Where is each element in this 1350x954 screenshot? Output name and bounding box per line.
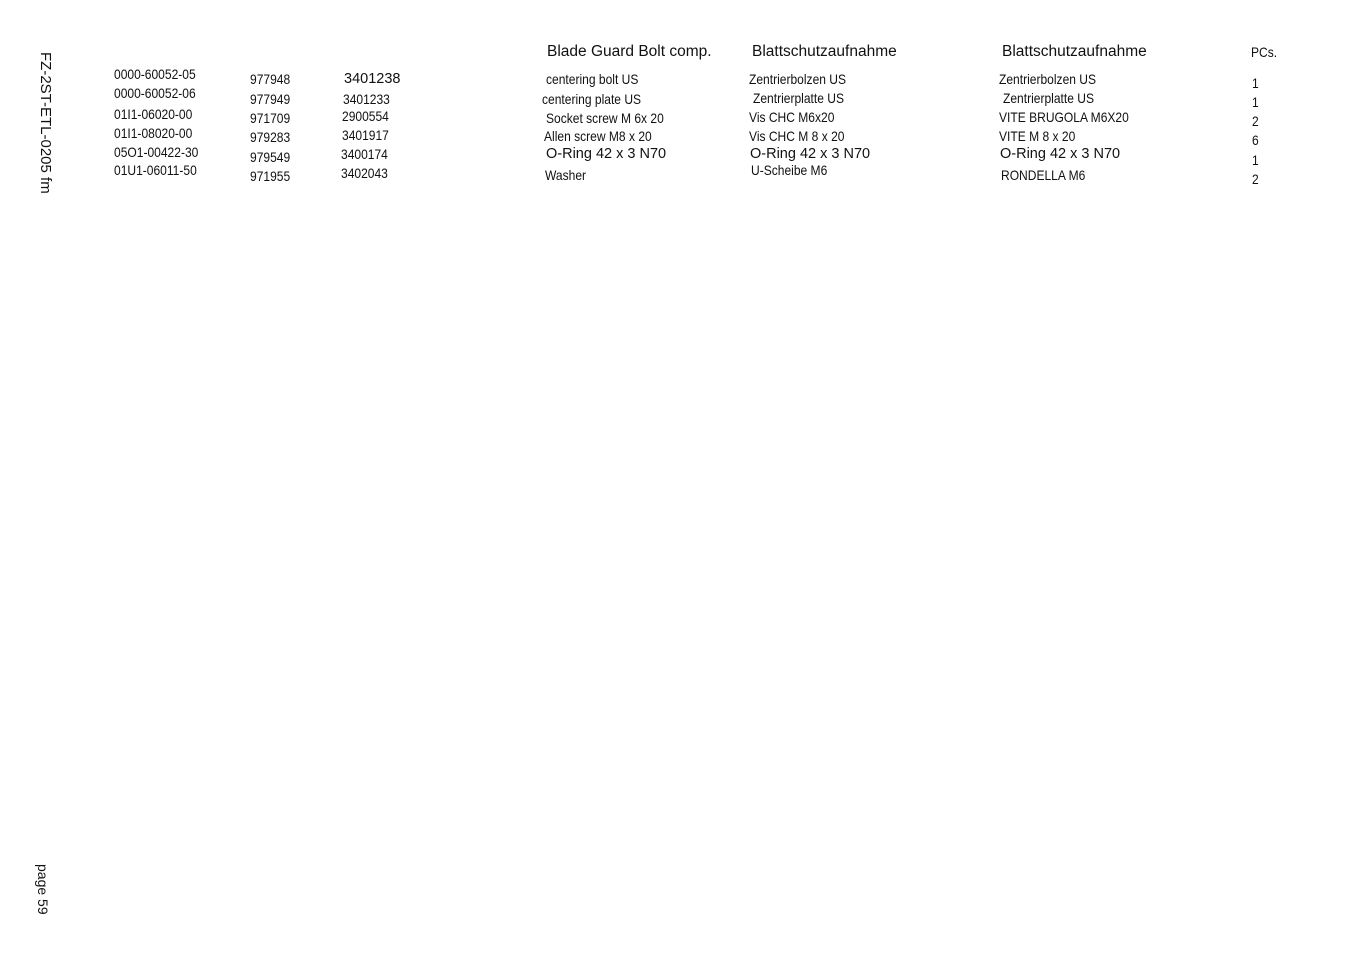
quantity: 6 (1252, 132, 1259, 148)
description-german: O-Ring 42 x 3 N70 (750, 146, 871, 162)
document-id: FZ-2ST-ETL-0205 fm (37, 52, 54, 194)
description-english: O-Ring 42 x 3 N70 (546, 146, 667, 162)
quantity: 1 (1252, 94, 1259, 110)
part-number-1: 979283 (250, 129, 291, 145)
description-third: Zentrierplatte US (1003, 90, 1095, 106)
part-number-1: 977948 (250, 71, 291, 87)
part-code: 01I1-06020-00 (114, 106, 193, 122)
description-german: Zentrierplatte US (753, 90, 845, 106)
part-code: 05O1-00422-30 (114, 144, 199, 160)
description-german: Vis CHC M6x20 (749, 109, 835, 125)
part-number-1: 977949 (250, 91, 291, 107)
description-german: Vis CHC M 8 x 20 (749, 128, 845, 144)
part-code: 0000-60052-06 (114, 85, 196, 101)
part-number-2: 3402043 (341, 165, 388, 181)
quantity: 1 (1252, 75, 1259, 91)
description-third: Zentrierbolzen US (999, 71, 1097, 87)
description-english: Socket screw M 6x 20 (546, 110, 664, 126)
description-english: Allen screw M8 x 20 (544, 128, 652, 144)
description-third: O-Ring 42 x 3 N70 (1000, 146, 1121, 162)
part-code: 01I1-08020-00 (114, 125, 193, 141)
description-third: RONDELLA M6 (1001, 167, 1086, 183)
quantity: 2 (1252, 113, 1259, 129)
description-third: VITE BRUGOLA M6X20 (999, 109, 1129, 125)
header-english: Blade Guard Bolt comp. (547, 43, 712, 60)
part-code: 0000-60052-05 (114, 66, 196, 82)
quantity: 1 (1252, 152, 1259, 168)
quantity: 2 (1252, 171, 1259, 187)
description-third: VITE M 8 x 20 (999, 128, 1076, 144)
page-number: page 59 (35, 864, 51, 915)
part-number-2: 3401238 (344, 71, 401, 87)
part-number-2: 3401917 (342, 127, 389, 143)
part-number-1: 971955 (250, 168, 291, 184)
description-german: Zentrierbolzen US (749, 71, 847, 87)
part-code: 01U1-06011-50 (114, 162, 197, 178)
part-number-2: 3401233 (343, 91, 390, 107)
part-number-1: 971709 (250, 110, 291, 126)
header-third: Blattschutzaufnahme (1002, 43, 1147, 60)
part-number-2: 3400174 (341, 146, 388, 162)
description-english: centering plate US (542, 91, 642, 107)
part-number-2: 2900554 (342, 108, 389, 124)
header-german: Blattschutzaufnahme (752, 43, 897, 60)
part-number-1: 979549 (250, 149, 291, 165)
description-english: Washer (545, 167, 587, 183)
description-english: centering bolt US (546, 71, 639, 87)
description-german: U-Scheibe M6 (751, 162, 828, 178)
header-pcs: PCs. (1251, 44, 1278, 60)
